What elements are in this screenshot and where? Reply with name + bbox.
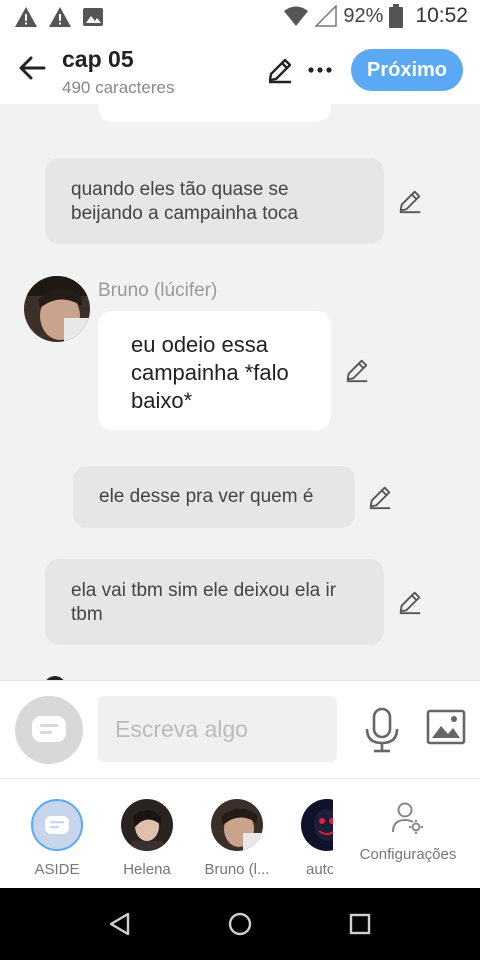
add-image-button[interactable] bbox=[426, 709, 466, 749]
edit-message-button[interactable] bbox=[344, 357, 370, 383]
microphone-icon bbox=[365, 707, 399, 753]
warning-icon bbox=[15, 7, 37, 27]
top-app-bar: cap 05 490 caracteres Próximo bbox=[0, 36, 480, 104]
wifi-icon bbox=[284, 6, 309, 26]
character-aside[interactable]: ASIDE bbox=[20, 799, 94, 878]
nav-recents-button[interactable] bbox=[346, 910, 374, 938]
character-name: Bruno (lúcifer) bbox=[98, 280, 218, 301]
edit-message-button[interactable] bbox=[367, 484, 393, 510]
pencil-icon bbox=[399, 190, 421, 214]
character-label: auto bbox=[306, 861, 333, 878]
avatar bbox=[121, 799, 173, 851]
avatar bbox=[31, 799, 83, 851]
edit-title-button[interactable] bbox=[266, 56, 294, 84]
arrow-left-icon bbox=[19, 56, 46, 80]
character-message-bubble[interactable]: eu odeio essa campainha *falo baixo* bbox=[98, 311, 331, 430]
character-bruno[interactable]: Bruno (l... bbox=[200, 799, 274, 878]
character-label: Helena bbox=[123, 861, 171, 878]
chat-bubble-icon bbox=[45, 816, 69, 834]
message-input[interactable] bbox=[98, 696, 337, 762]
nav-home-button[interactable] bbox=[226, 910, 254, 938]
character-auto[interactable]: auto bbox=[283, 799, 333, 878]
previous-message-bubble[interactable] bbox=[98, 104, 331, 122]
character-count: 490 caracteres bbox=[62, 78, 175, 97]
pencil-icon bbox=[268, 58, 292, 84]
narration-text: quando eles tão quase se beijando a camp… bbox=[71, 179, 299, 224]
more-horizontal-icon bbox=[308, 67, 332, 73]
more-options-button[interactable] bbox=[306, 56, 334, 84]
narrator-toggle-button[interactable] bbox=[15, 696, 83, 764]
narration-text: ela vai tbm sim ele deixou ela ir tbm bbox=[71, 580, 337, 625]
character-label: ASIDE bbox=[34, 861, 80, 878]
character-selector: ASIDE Helena Bruno (l... auto Configuraç… bbox=[0, 778, 480, 888]
pencil-icon bbox=[369, 486, 391, 510]
settings-label: Configurações bbox=[359, 846, 457, 863]
edit-message-button[interactable] bbox=[397, 188, 423, 214]
narration-text: ele desse pra ver quem é bbox=[99, 486, 314, 507]
system-navigation-bar bbox=[0, 888, 480, 960]
composer-bar bbox=[0, 680, 480, 778]
next-button[interactable]: Próximo bbox=[351, 49, 463, 91]
back-button[interactable] bbox=[16, 52, 48, 84]
avatar bbox=[211, 799, 263, 851]
settings-button[interactable]: Configurações bbox=[356, 801, 460, 863]
narration-bubble[interactable]: quando eles tão quase se beijando a camp… bbox=[45, 158, 384, 244]
battery-icon bbox=[389, 4, 404, 28]
narration-bubble[interactable]: ele desse pra ver quem é bbox=[73, 466, 355, 528]
pencil-icon bbox=[399, 591, 421, 615]
gallery-notification-icon bbox=[83, 8, 103, 26]
character-label: Bruno (l... bbox=[204, 861, 270, 878]
avatar bbox=[301, 799, 333, 851]
status-bar: 92% 10:52 bbox=[0, 0, 480, 36]
avatar[interactable] bbox=[24, 276, 90, 342]
character-photo-icon bbox=[121, 799, 173, 851]
square-recents-icon bbox=[349, 913, 371, 935]
warning-icon bbox=[49, 7, 71, 27]
narration-bubble[interactable]: ela vai tbm sim ele deixou ela ir tbm bbox=[45, 559, 384, 645]
character-photo-icon bbox=[301, 799, 333, 851]
character-photo-icon bbox=[24, 276, 90, 342]
pencil-icon bbox=[346, 359, 368, 383]
chat-area[interactable]: quando eles tão quase se beijando a camp… bbox=[0, 104, 480, 680]
battery-percent: 92% bbox=[343, 4, 384, 27]
user-settings-icon bbox=[392, 802, 423, 834]
image-icon bbox=[426, 709, 466, 745]
character-message-text: eu odeio essa campainha *falo baixo* bbox=[131, 332, 289, 413]
triangle-back-icon bbox=[109, 912, 130, 936]
edit-message-button[interactable] bbox=[397, 589, 423, 615]
circle-home-icon bbox=[228, 912, 252, 936]
nav-back-button[interactable] bbox=[106, 910, 134, 938]
signal-icon bbox=[315, 5, 338, 27]
clock: 10:52 bbox=[415, 4, 468, 27]
chat-bubble-icon bbox=[32, 716, 66, 742]
page-title: cap 05 bbox=[62, 46, 134, 72]
character-photo-icon bbox=[211, 799, 263, 851]
character-helena[interactable]: Helena bbox=[110, 799, 184, 878]
microphone-button[interactable] bbox=[362, 707, 402, 753]
